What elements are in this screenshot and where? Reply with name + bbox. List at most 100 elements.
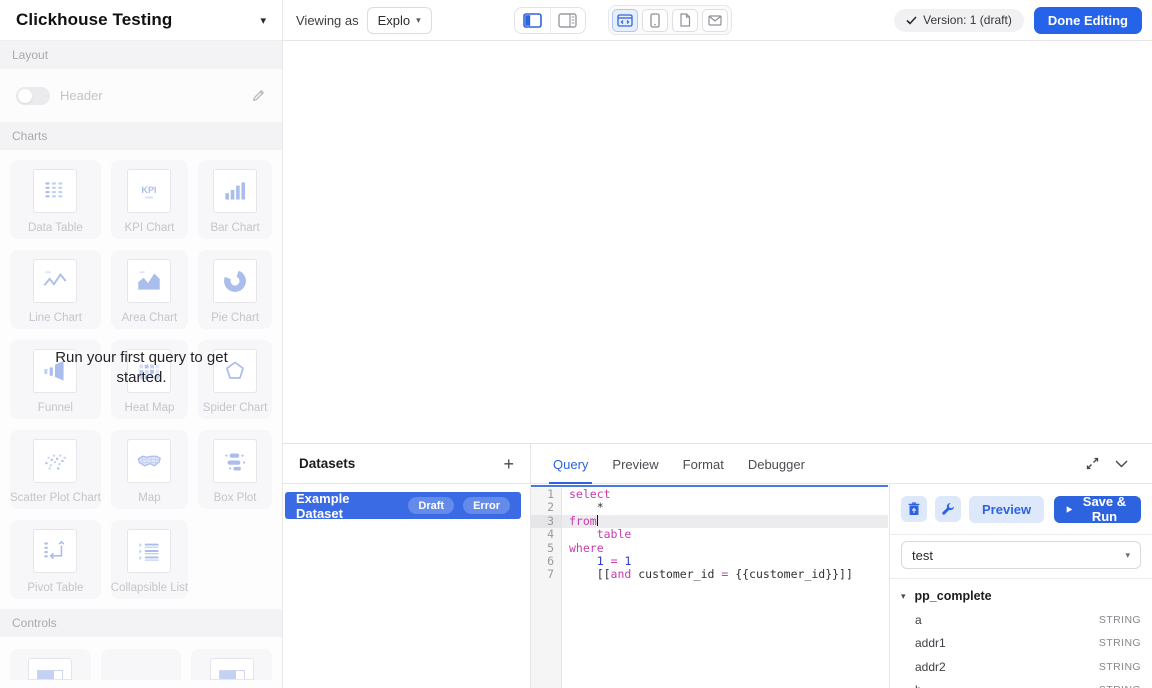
code-line-4[interactable]: 4 table <box>531 528 888 541</box>
chart-type-map[interactable]: Map <box>111 430 188 509</box>
section-controls: Controls <box>0 609 282 637</box>
chart-type-label: Area Chart <box>122 312 178 325</box>
chart-type-bar-chart[interactable]: Bar Chart <box>198 160 272 239</box>
dashboard-title-caret-icon[interactable]: ▾ <box>260 14 266 27</box>
code-line-7[interactable]: 7 [[and customer_id = {{customer_id}}]] <box>531 568 888 581</box>
data-table-icon <box>33 169 77 213</box>
mobile-preview-button[interactable] <box>642 9 668 32</box>
revert-query-button[interactable] <box>901 496 927 522</box>
code-text: 1 = 1 <box>562 555 888 568</box>
svg-text:KPI: KPI <box>142 185 157 195</box>
line-number: 7 <box>531 568 562 581</box>
chart-type-data-table[interactable]: Data Table <box>10 160 101 239</box>
save-and-run-button[interactable]: Save & Run <box>1054 496 1141 523</box>
boxplot-icon <box>213 439 257 483</box>
collapse-panel-chevron-icon[interactable] <box>1115 460 1128 468</box>
edit-pencil-icon[interactable] <box>251 88 266 103</box>
code-line-6[interactable]: 6 1 = 1 <box>531 555 888 568</box>
play-icon <box>1066 504 1073 515</box>
caret-down-icon: ▾ <box>901 591 906 602</box>
code-line-1[interactable]: 1select <box>531 488 888 501</box>
schema-field-row[interactable]: b STRING <box>901 683 1141 688</box>
element-sidebar: Clickhouse Testing ▾ Layout Header Chart… <box>0 0 283 688</box>
schema-table-name: pp_complete <box>915 589 992 603</box>
dataset-badges: DraftError <box>399 497 510 514</box>
panel-left-layout-button[interactable] <box>515 8 550 33</box>
preview-query-button[interactable]: Preview <box>969 496 1044 523</box>
chart-type-line-chart[interactable]: Line Chart <box>10 250 101 329</box>
panel-right-layout-button[interactable] <box>550 8 585 33</box>
expand-panel-icon[interactable] <box>1086 457 1099 470</box>
query-action-buttons: Preview Save & Run <box>890 484 1152 534</box>
chart-type-pie-chart[interactable]: Pie Chart <box>198 250 272 329</box>
header-toggle[interactable] <box>16 87 50 105</box>
chart-type-label: Scatter Plot Chart <box>10 492 101 505</box>
chart-type-scatter-plot-chart[interactable]: Scatter Plot Chart <box>10 430 101 509</box>
field-type: STRING <box>1099 684 1141 688</box>
dataset-list-item-selected[interactable]: Example Dataset DraftError <box>285 492 521 519</box>
code-line-5[interactable]: 5where <box>531 542 888 555</box>
wrench-icon <box>941 502 955 516</box>
schema-field-row[interactable]: addr2STRING <box>901 660 1141 674</box>
toggle-knob <box>18 89 32 103</box>
chart-type-label: Data Table <box>28 222 83 235</box>
control-tile[interactable] <box>10 649 91 680</box>
chart-type-area-chart[interactable]: Area Chart <box>111 250 188 329</box>
code-empty[interactable] <box>562 582 888 688</box>
schema-select[interactable]: test ▾ <box>901 541 1141 569</box>
viewing-as-dropdown[interactable]: Explo ▾ <box>367 7 432 34</box>
chart-type-label: Map <box>138 492 160 505</box>
chart-type-label: Pie Chart <box>211 312 259 325</box>
device-preview-group <box>608 5 732 35</box>
code-line-2[interactable]: 2 * <box>531 501 888 514</box>
schema-field-row[interactable]: addr1STRING <box>901 636 1141 650</box>
header-toggle-row: Header <box>0 69 282 122</box>
query-tabs-row: Query Preview Format Debugger <box>531 444 1152 484</box>
code-area[interactable]: 1select2 *3from4 table5where6 1 = 17 [[a… <box>531 488 888 688</box>
chart-type-kpi-chart[interactable]: KPI KPI Chart <box>111 160 188 239</box>
gutter-filler <box>531 582 562 688</box>
layout-toggle-group <box>514 7 586 34</box>
add-dataset-button[interactable]: + <box>503 455 514 473</box>
field-name: a <box>915 613 922 627</box>
top-toolbar: Viewing as Explo ▾ <box>283 0 1152 41</box>
pdf-preview-button[interactable] <box>672 9 698 32</box>
schema-table-header[interactable]: ▾ pp_complete <box>901 589 1141 603</box>
version-badge[interactable]: Version: 1 (draft) <box>894 9 1024 32</box>
chart-type-collapsible-list[interactable]: Collapsible List <box>111 520 188 599</box>
map-icon <box>127 439 171 483</box>
topbar-right: Version: 1 (draft) Done Editing <box>894 7 1142 34</box>
field-name: b <box>915 683 922 688</box>
dataset-badge-draft: Draft <box>408 497 454 514</box>
tab-format[interactable]: Format <box>683 444 724 484</box>
bar-icon <box>213 169 257 213</box>
dashboard-title-row[interactable]: Clickhouse Testing ▾ <box>0 0 282 41</box>
schema-field-row[interactable]: aSTRING <box>901 613 1141 627</box>
control-tile[interactable] <box>101 649 182 680</box>
datasets-title: Datasets <box>299 456 355 471</box>
query-settings-button[interactable] <box>935 496 961 522</box>
section-layout: Layout <box>0 41 282 69</box>
code-line-3[interactable]: 3from <box>531 515 888 528</box>
sql-editor[interactable]: 1select2 *3from4 table5where6 1 = 17 [[a… <box>531 484 888 688</box>
tab-query[interactable]: Query <box>553 444 588 484</box>
scatter-icon <box>33 439 77 483</box>
email-preview-button[interactable] <box>702 9 728 32</box>
tab-preview[interactable]: Preview <box>612 444 658 484</box>
check-icon <box>906 16 917 25</box>
browser-preview-button[interactable] <box>612 9 638 32</box>
dataset-name: Example Dataset <box>296 491 399 521</box>
chart-type-box-plot[interactable]: Box Plot <box>198 430 272 509</box>
section-charts: Charts <box>0 122 282 150</box>
chart-type-pivot-table[interactable]: Pivot Table <box>10 520 101 599</box>
control-tile[interactable] <box>191 649 272 680</box>
chevron-down-icon: ▾ <box>1125 550 1130 561</box>
dashboard-canvas[interactable] <box>284 42 1152 443</box>
chart-type-label: KPI Chart <box>125 222 175 235</box>
area-icon <box>127 259 171 303</box>
tab-debugger[interactable]: Debugger <box>748 444 805 484</box>
field-type: STRING <box>1099 637 1141 649</box>
done-editing-button[interactable]: Done Editing <box>1034 7 1142 34</box>
chart-type-label: Line Chart <box>29 312 82 325</box>
controls-grid <box>0 649 282 679</box>
